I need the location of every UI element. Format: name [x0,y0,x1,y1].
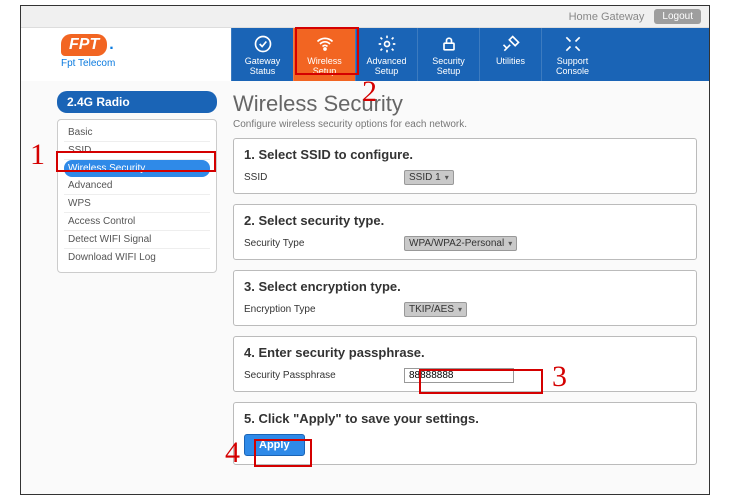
passphrase-input[interactable] [404,368,514,383]
nav-label: Gateway Status [245,57,281,77]
sidebar-item-access-control[interactable]: Access Control [64,213,210,231]
header: FPT . Fpt Telecom Gateway Status Wireles… [21,28,709,81]
panel-encryption-type: 3. Select encryption type. Encryption Ty… [233,270,697,326]
lock-icon [439,34,459,54]
brand-logo-main: FPT [61,34,107,56]
sidebar-item-download-wifi-log[interactable]: Download WIFI Log [64,249,210,266]
expand-icon [563,34,583,54]
security-type-label: Security Type [244,238,394,249]
main-nav: Gateway Status Wireless Setup Advanced S… [231,28,709,81]
sidebar-heading: 2.4G Radio [57,91,217,113]
check-circle-icon [253,34,273,54]
sidebar-item-ssid[interactable]: SSID [64,142,210,160]
page-subtitle: Configure wireless security options for … [233,119,697,130]
nav-label: Advanced Setup [366,57,406,77]
sidebar-item-wireless-security[interactable]: Wireless Security [64,160,210,177]
ssid-label: SSID [244,172,394,183]
sidebar-item-detect-wifi-signal[interactable]: Detect WIFI Signal [64,231,210,249]
step4-heading: 4. Enter security passphrase. [244,345,686,360]
panel-apply: 5. Click "Apply" to save your settings. … [233,402,697,465]
panel-passphrase: 4. Enter security passphrase. Security P… [233,336,697,392]
encryption-type-select[interactable]: TKIP/AES [404,302,467,317]
nav-label: Utilities [496,57,525,67]
encryption-type-label: Encryption Type [244,304,394,315]
brand-subtitle: Fpt Telecom [61,58,221,69]
nav-label: Support Console [556,57,589,77]
page-title: Wireless Security [233,91,697,117]
sidebar-item-advanced[interactable]: Advanced [64,177,210,195]
passphrase-label: Security Passphrase [244,370,394,381]
topbar: Home Gateway Logout [21,6,709,28]
panel-select-ssid: 1. Select SSID to configure. SSID SSID 1 [233,138,697,194]
sidebar-list: Basic SSID Wireless Security Advanced WP… [57,119,217,273]
sidebar-item-basic[interactable]: Basic [64,124,210,142]
step5-heading: 5. Click "Apply" to save your settings. [244,411,686,426]
home-gateway-label: Home Gateway [569,11,645,23]
nav-utilities[interactable]: Utilities [479,28,541,81]
step2-heading: 2. Select security type. [244,213,686,228]
logout-button[interactable]: Logout [654,9,701,24]
gear-icon [377,34,397,54]
apply-button[interactable]: Apply [244,434,305,456]
security-type-select[interactable]: WPA/WPA2-Personal [404,236,517,251]
nav-support-console[interactable]: Support Console [541,28,603,81]
brand: FPT . Fpt Telecom [61,28,221,81]
ssid-select[interactable]: SSID 1 [404,170,454,185]
sidebar: 2.4G Radio Basic SSID Wireless Security … [57,91,217,475]
sidebar-item-wps[interactable]: WPS [64,195,210,213]
nav-security-setup[interactable]: Security Setup [417,28,479,81]
tools-icon [501,34,521,54]
step3-heading: 3. Select encryption type. [244,279,686,294]
step1-heading: 1. Select SSID to configure. [244,147,686,162]
content: Wireless Security Configure wireless sec… [233,91,701,475]
nav-label: Wireless Setup [307,57,342,77]
wifi-icon [315,34,335,54]
nav-wireless-setup[interactable]: Wireless Setup [293,28,355,81]
brand-logo-accent: . [109,36,113,54]
nav-gateway-status[interactable]: Gateway Status [231,28,293,81]
panel-security-type: 2. Select security type. Security Type W… [233,204,697,260]
nav-advanced-setup[interactable]: Advanced Setup [355,28,417,81]
nav-label: Security Setup [432,57,465,77]
